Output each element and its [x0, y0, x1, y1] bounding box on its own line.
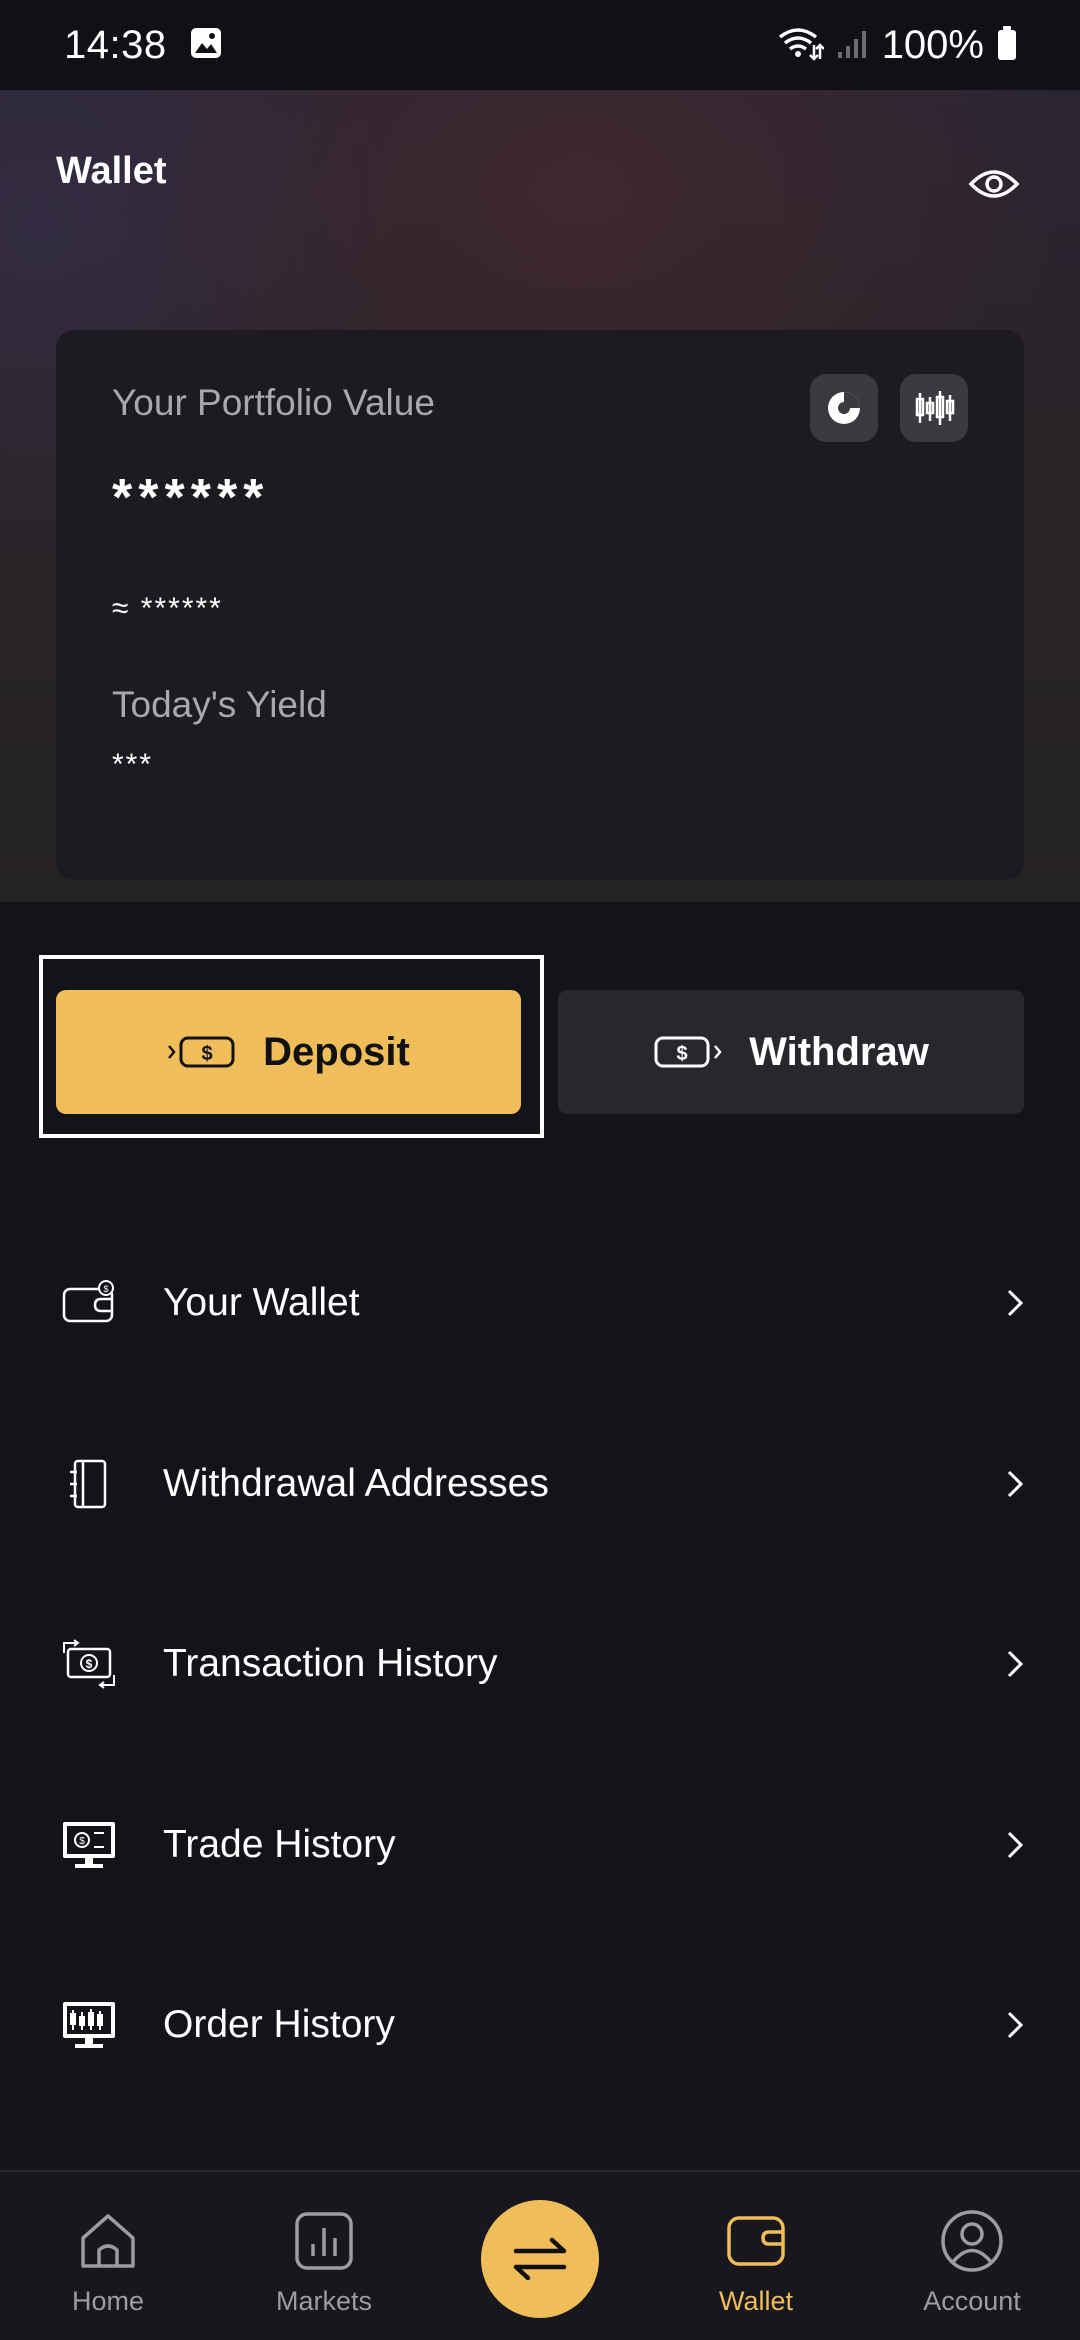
nav-label-home: Home [71, 2286, 145, 2316]
monitor-trade-icon: $ [58, 1814, 120, 1876]
chevron-right-icon [1000, 1644, 1030, 1684]
svg-text:$: $ [79, 1836, 85, 1847]
nav-label-markets: Markets [275, 2286, 373, 2316]
bottom-navigation: Home Markets Wallet Account [0, 2170, 1080, 2340]
portfolio-card: Your Portfolio Value ****** ≈ ****** Tod… [56, 330, 1024, 880]
status-bar: 14:38 100% [0, 0, 1080, 90]
nav-account[interactable]: Account [882, 2172, 1062, 2340]
deposit-label: Deposit [263, 1029, 410, 1074]
status-time: 14:38 [64, 22, 167, 67]
chevron-right-icon [1000, 2005, 1030, 2045]
toggle-visibility-button[interactable] [966, 162, 1022, 206]
signal-icon [836, 26, 870, 65]
nav-home[interactable]: Home [18, 2172, 198, 2340]
menu-label-order-history: Order History [163, 2003, 395, 2046]
wallet-screen: 14:38 100% Wallet Your Portfolio Value *… [0, 0, 1080, 2340]
candlestick-chart-button[interactable] [900, 374, 968, 442]
menu-item-your-wallet[interactable]: $ Your Wallet [0, 1238, 1080, 1368]
yield-value: *** [112, 748, 154, 781]
gallery-notification-icon [189, 26, 223, 65]
withdraw-cash-icon: $ [654, 1036, 722, 1068]
pie-chart-icon [828, 392, 860, 424]
allocation-chart-button[interactable] [810, 374, 878, 442]
chevron-right-icon [1000, 1464, 1030, 1504]
menu-label-your-wallet: Your Wallet [163, 1281, 360, 1324]
chevron-right-icon [1000, 1283, 1030, 1323]
withdraw-button[interactable]: $ Withdraw [558, 990, 1024, 1114]
trade-button[interactable] [481, 2200, 599, 2318]
deposit-button[interactable]: $ Deposit [56, 990, 521, 1114]
battery-percentage: 100% [881, 22, 984, 67]
header-section: Wallet Your Portfolio Value ****** ≈ ***… [0, 90, 1080, 902]
yield-label: Today's Yield [112, 684, 327, 725]
portfolio-approx-value: ≈ ****** [112, 592, 223, 625]
menu-item-order-history[interactable]: Order History [0, 1960, 1080, 2090]
nav-label-account: Account [923, 2286, 1021, 2316]
page-title: Wallet [56, 150, 167, 192]
portfolio-value: ****** [112, 469, 270, 527]
svg-text:$: $ [202, 1043, 213, 1065]
menu-label-transaction-history: Transaction History [163, 1642, 498, 1685]
menu-label-withdrawal-addresses: Withdrawal Addresses [163, 1462, 549, 1505]
menu-item-withdrawal-addresses[interactable]: Withdrawal Addresses [0, 1419, 1080, 1549]
portfolio-label: Your Portfolio Value [112, 382, 435, 423]
candlestick-icon [915, 391, 955, 425]
menu-item-trade-history[interactable]: $ Trade History [0, 1780, 1080, 1910]
svg-text:$: $ [86, 1657, 93, 1671]
menu-item-transaction-history[interactable]: $ Transaction History [0, 1599, 1080, 1729]
eye-icon [968, 170, 1020, 198]
wallet-icon: $ [58, 1272, 120, 1334]
wifi-icon [776, 25, 825, 66]
address-book-icon [58, 1453, 120, 1515]
svg-text:$: $ [677, 1043, 688, 1065]
markets-chart-icon [289, 2206, 359, 2276]
battery-icon [996, 25, 1018, 66]
monitor-chart-icon [58, 1994, 120, 2056]
nav-wallet[interactable]: Wallet [666, 2172, 846, 2340]
menu-label-trade-history: Trade History [163, 1823, 396, 1866]
wallet-nav-icon [721, 2206, 791, 2276]
svg-text:$: $ [103, 1284, 108, 1294]
cash-exchange-icon: $ [58, 1633, 120, 1695]
deposit-cash-icon: $ [168, 1036, 235, 1068]
withdraw-label: Withdraw [749, 1029, 929, 1074]
nav-markets[interactable]: Markets [234, 2172, 414, 2340]
account-icon [937, 2206, 1007, 2276]
home-icon [73, 2206, 143, 2276]
chevron-right-icon [1000, 1825, 1030, 1865]
swap-arrows-icon [513, 2237, 567, 2281]
nav-label-wallet: Wallet [718, 2286, 793, 2316]
